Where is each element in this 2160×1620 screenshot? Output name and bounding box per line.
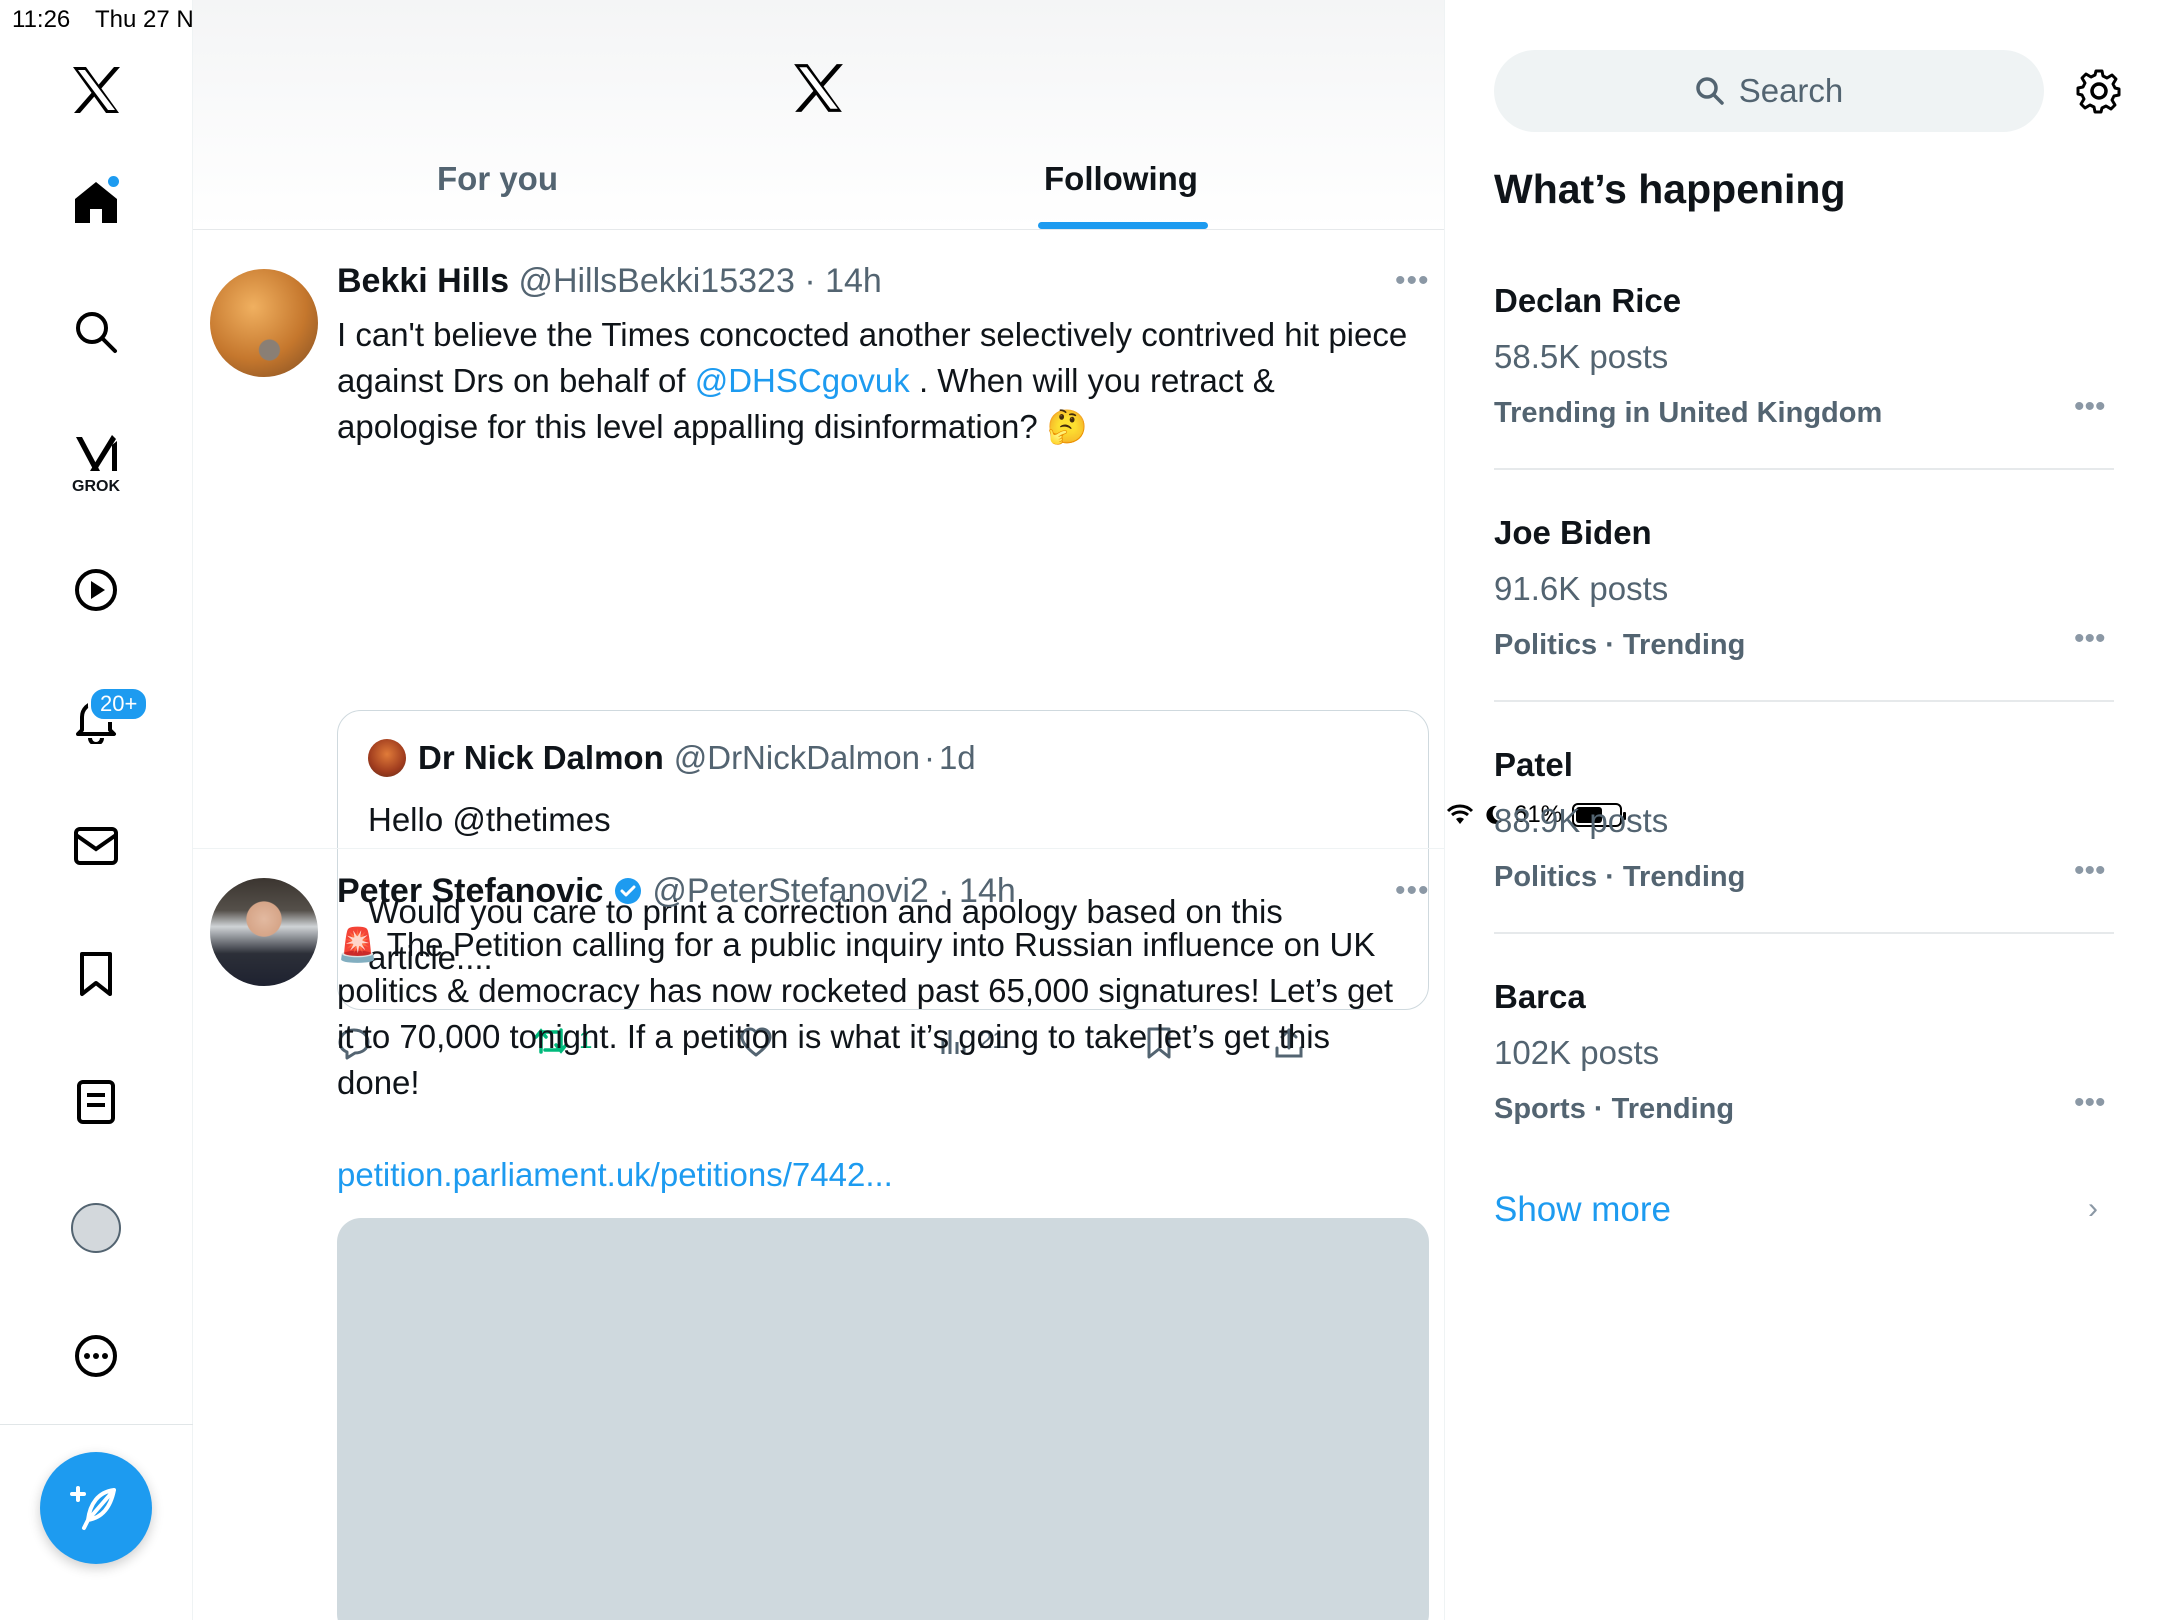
compose-post-button[interactable] — [40, 1452, 152, 1564]
avatar — [368, 739, 406, 777]
author-name[interactable]: Peter Stefanovic — [337, 872, 603, 910]
trend-post-count: 88.9K posts — [1494, 802, 1669, 839]
tweet[interactable]: Bekki Hills @HillsBekki15323 · 14h ••• I… — [193, 240, 1444, 1060]
trend-context: Trending in United Kingdom — [1494, 397, 1883, 429]
quote-time: 1d — [938, 739, 976, 776]
more-options-icon[interactable]: ••• — [2074, 622, 2106, 656]
separator-dot: · — [923, 739, 935, 776]
trend-divider — [1494, 932, 2114, 934]
author-name[interactable]: Bekki Hills — [337, 262, 509, 300]
sidebar: Search What’s happening Declan Rice 58.5… — [1446, 0, 2160, 1620]
bookmarks-icon[interactable] — [66, 944, 126, 1004]
x-logo-icon[interactable] — [791, 62, 845, 119]
link-preview-image[interactable] — [337, 1218, 1429, 1620]
quote-author-handle: @DrNickDalmon — [673, 739, 920, 776]
trend-context: Politics · Trending — [1494, 629, 1746, 661]
x-logo-icon[interactable] — [66, 60, 126, 120]
trend-item[interactable]: Barca 102K posts Sports · Trending ••• — [1494, 978, 2114, 1211]
more-options-icon[interactable]: ••• — [2074, 1086, 2106, 1120]
mention-link[interactable]: @DHSCgovuk — [695, 362, 910, 399]
chevron-right-icon[interactable]: › — [2088, 1192, 2098, 1226]
separator-dot: · — [804, 262, 816, 300]
avatar[interactable] — [210, 269, 318, 377]
post-time[interactable]: 14h — [825, 262, 882, 300]
timeline-header: For you Following — [193, 0, 1444, 230]
more-options-icon[interactable] — [66, 1326, 126, 1386]
more-options-icon[interactable]: ••• — [1395, 874, 1430, 908]
trend-topic: Joe Biden — [1494, 514, 1652, 551]
more-options-icon[interactable]: ••• — [2074, 390, 2106, 424]
settings-gear-icon[interactable] — [2076, 68, 2122, 119]
avatar[interactable] — [210, 878, 318, 986]
show-more-link[interactable]: Show more — [1494, 1190, 1671, 1230]
messages-envelope-icon[interactable] — [66, 816, 126, 876]
trend-topic: Declan Rice — [1494, 282, 1682, 319]
tab-active-indicator — [1038, 222, 1208, 229]
more-options-icon[interactable]: ••• — [1395, 264, 1430, 298]
left-navigation: GROK 20+ — [0, 0, 193, 1620]
trend-divider — [1494, 700, 2114, 702]
nav-divider — [0, 1424, 193, 1425]
tweet-header: Bekki Hills @HillsBekki15323 · 14h — [337, 262, 882, 301]
trend-item[interactable]: Joe Biden 91.6K posts Politics · Trendin… — [1494, 514, 2114, 747]
whats-happening-title: What’s happening — [1494, 166, 1846, 212]
author-handle[interactable]: @HillsBekki15323 — [518, 262, 794, 300]
tweet-text: 🚨 The Petition calling for a public inqu… — [337, 926, 1393, 1101]
author-handle[interactable]: @PeterStefanovi2 — [652, 872, 928, 910]
video-play-icon[interactable] — [66, 560, 126, 620]
timeline-column: For you Following Bekki Hills @HillsBekk… — [193, 0, 1445, 1620]
grok-icon[interactable] — [66, 424, 126, 484]
trend-post-count: 58.5K posts — [1494, 338, 1669, 375]
quote-author-name: Dr Nick Dalmon — [418, 739, 664, 776]
tab-for-you[interactable]: For you — [437, 160, 558, 198]
trend-post-count: 91.6K posts — [1494, 570, 1669, 607]
search-icon — [1695, 77, 1724, 105]
search-placeholder: Search — [1738, 72, 1844, 109]
separator-dot: · — [938, 872, 950, 910]
trend-topic: Barca — [1494, 978, 1586, 1015]
tab-following[interactable]: Following — [1044, 160, 1198, 198]
search-input[interactable]: Search — [1494, 50, 2044, 132]
tweet-header: Peter Stefanovic @PeterStefanovi2 · 14h — [337, 872, 1016, 911]
explore-search-icon[interactable] — [66, 302, 126, 362]
trend-context: Politics · Trending — [1494, 861, 1746, 893]
trend-divider — [1494, 468, 2114, 470]
verified-badge-icon — [614, 878, 641, 904]
tweet-text: I can't believe the Times concocted anot… — [337, 312, 1412, 450]
notifications-badge: 20+ — [88, 686, 150, 722]
trend-post-count: 102K posts — [1494, 1034, 1660, 1071]
grok-label: GROK — [72, 478, 120, 495]
tweet-divider — [193, 848, 1444, 849]
quote-header: Dr Nick Dalmon @DrNickDalmon · 1d — [368, 739, 976, 777]
home-unread-dot — [108, 176, 119, 187]
lists-icon[interactable] — [66, 1072, 126, 1132]
compose-feather-icon — [70, 1486, 116, 1530]
trend-topic: Patel — [1494, 746, 1573, 783]
post-time[interactable]: 14h — [959, 872, 1016, 910]
profile-avatar[interactable] — [66, 1198, 126, 1258]
trend-context: Sports · Trending — [1494, 1093, 1735, 1125]
quote-text-line: Hello @thetimes — [368, 801, 611, 838]
more-options-icon[interactable]: ••• — [2074, 854, 2106, 888]
petition-link[interactable]: petition.parliament.uk/petitions/7442... — [337, 1152, 1412, 1198]
trend-item[interactable]: Patel 88.9K posts Politics · Trending ••… — [1494, 746, 2114, 979]
trend-item[interactable]: Declan Rice 58.5K posts Trending in Unit… — [1494, 282, 2114, 515]
